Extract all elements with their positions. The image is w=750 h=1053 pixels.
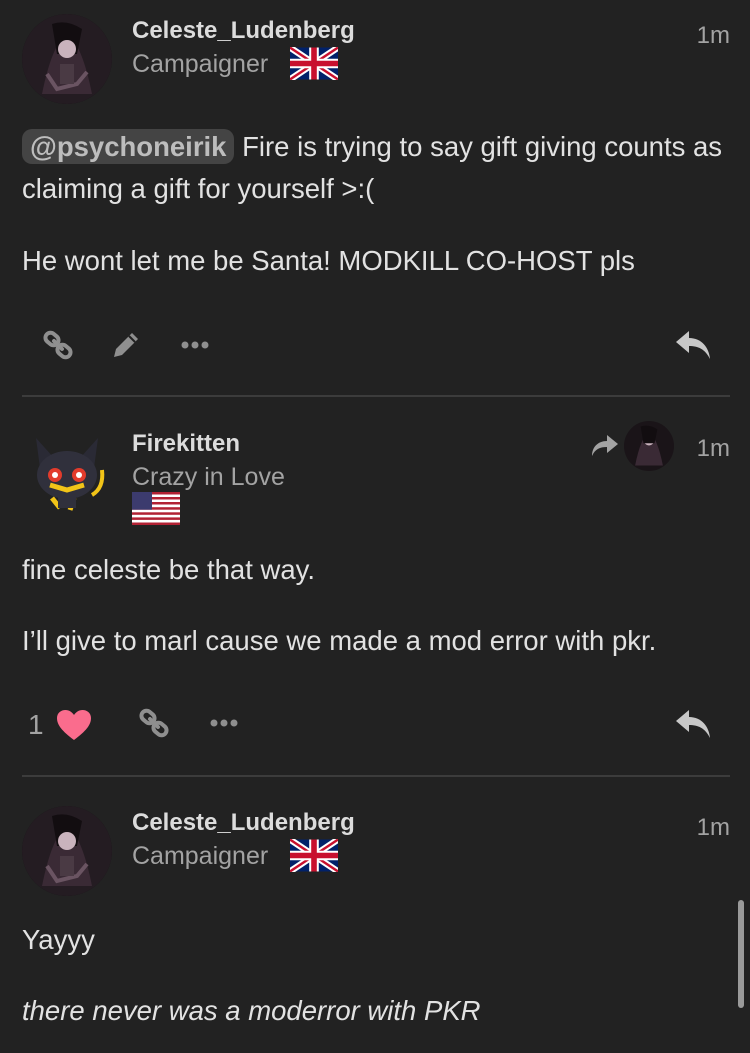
username[interactable]: Celeste_Ludenberg: [132, 17, 355, 45]
more-button[interactable]: [175, 325, 215, 365]
reply-icon: [676, 331, 710, 359]
more-button[interactable]: [204, 703, 244, 743]
edit-icon: [114, 333, 138, 357]
uk-flag-icon: [290, 47, 338, 80]
post-body-line: He wont let me be Santa! MODKILL CO-HOST…: [22, 245, 635, 276]
like-button[interactable]: 1: [28, 703, 106, 747]
reply-button[interactable]: [670, 702, 716, 746]
more-icon: [210, 719, 238, 727]
reply-button[interactable]: [670, 323, 716, 367]
post-body-line: Yayyy: [22, 924, 95, 955]
post-body: @psychoneirik Fire is trying to say gift…: [22, 126, 730, 210]
avatar[interactable]: [22, 430, 112, 520]
username[interactable]: Celeste_Ludenberg: [132, 809, 355, 837]
link-icon: [139, 708, 169, 738]
user-title: Campaigner: [132, 842, 269, 870]
post-1: Celeste_Ludenberg Campaigner 1m @psychon…: [0, 0, 750, 395]
post-time[interactable]: 1m: [697, 814, 730, 842]
link-button[interactable]: [134, 703, 174, 743]
user-title: Campaigner: [132, 50, 269, 78]
scrollbar[interactable]: [738, 900, 744, 1008]
reply-icon: [676, 710, 710, 738]
reply-to-icon[interactable]: [590, 432, 620, 458]
post-body-line: fine celeste be that way.: [22, 554, 315, 585]
post-body-line: I’ll give to marl cause we made a mod er…: [22, 625, 657, 656]
post-2: Firekitten Crazy in Love 1m fine celeste…: [0, 397, 750, 775]
user-mention[interactable]: @psychoneirik: [22, 129, 235, 164]
like-count: 1: [28, 709, 44, 740]
edit-button[interactable]: [106, 325, 146, 365]
heart-icon: [56, 710, 91, 740]
reply-to-avatar[interactable]: [624, 421, 674, 471]
post-time[interactable]: 1m: [697, 22, 730, 50]
user-title: Crazy in Love: [132, 463, 285, 491]
post-body-line: there never was a moderror with PKR: [22, 995, 481, 1026]
uk-flag-icon: [290, 839, 338, 872]
us-flag-icon: [132, 492, 180, 525]
post-3: Celeste_Ludenberg Campaigner 1m Yayyy th…: [0, 777, 750, 1053]
avatar[interactable]: [22, 806, 112, 896]
link-button[interactable]: [38, 325, 78, 365]
post-time[interactable]: 1m: [697, 435, 730, 463]
avatar[interactable]: [22, 14, 112, 104]
username[interactable]: Firekitten: [132, 430, 240, 458]
more-icon: [181, 341, 209, 349]
link-icon: [43, 330, 73, 360]
